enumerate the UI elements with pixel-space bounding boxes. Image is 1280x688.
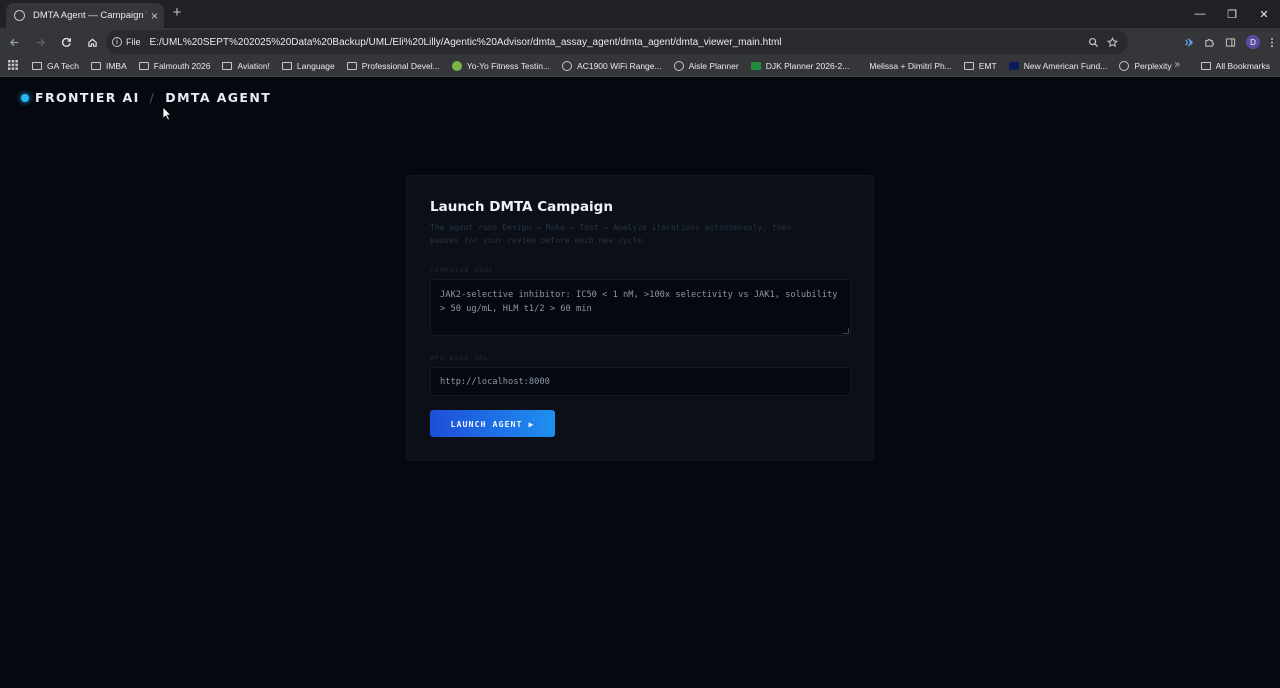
- api-base-url-value: http://localhost:8000: [440, 376, 550, 387]
- bookmarks-overflow-button[interactable]: »: [1174, 59, 1180, 70]
- home-icon: [87, 38, 97, 47]
- zoom-icon[interactable]: [1088, 37, 1099, 48]
- product-name: DMTA AGENT: [165, 90, 272, 105]
- new-tab-button[interactable]: +: [168, 5, 186, 21]
- folder-icon: [138, 62, 149, 70]
- perplexity-icon: [1119, 61, 1130, 71]
- resize-handle-icon[interactable]: [843, 328, 849, 334]
- info-icon[interactable]: i: [112, 37, 122, 47]
- bookmark-falmouth[interactable]: Falmouth 2026: [138, 61, 210, 71]
- bookmark-perplexity[interactable]: Perplexity: [1119, 61, 1172, 71]
- card-description: The agent runs Design → Make → Test → An…: [430, 223, 792, 245]
- bookmark-djk-planner[interactable]: DJK Planner 2026-2...: [750, 61, 849, 71]
- all-bookmarks-button[interactable]: All Bookmarks: [1200, 56, 1270, 76]
- bookmark-ac1900[interactable]: AC1900 WiFi Range...: [562, 61, 662, 71]
- brand-header: FRONTIER AI / DMTA AGENT: [21, 90, 271, 105]
- bookmark-naf[interactable]: New American Fund...: [1008, 61, 1107, 71]
- api-base-url-label: API BASE URL: [430, 354, 489, 362]
- globe-icon: [562, 61, 573, 71]
- launch-campaign-card: Launch DMTA Campaign The agent runs Desi…: [406, 175, 874, 461]
- status-dot-icon: [21, 93, 29, 102]
- bookmark-language[interactable]: Language: [281, 61, 335, 71]
- folder-icon: [1200, 62, 1211, 70]
- bookmarks-bar: GA Tech IMBA Falmouth 2026 Aviation! Lan…: [0, 56, 1280, 77]
- bookmark-aviation[interactable]: Aviation!: [222, 61, 270, 71]
- api-base-url-input[interactable]: http://localhost:8000: [430, 367, 851, 396]
- star-icon[interactable]: [1107, 36, 1118, 48]
- tab-title: DMTA Agent — Campaign Viewer: [33, 10, 147, 21]
- yoyo-icon: [451, 61, 462, 71]
- folder-icon: [222, 62, 233, 70]
- puzzle-icon[interactable]: [1204, 37, 1215, 48]
- bookmark-imba[interactable]: IMBA: [90, 61, 127, 71]
- bookmark-ga-tech[interactable]: GA Tech: [32, 61, 79, 71]
- folder-icon: [90, 62, 101, 70]
- campaign-goal-label: CAMPAIGN GOAL: [430, 266, 494, 274]
- extension-active-icon[interactable]: [1183, 37, 1194, 48]
- toolbar-right: D: [1183, 30, 1274, 54]
- close-tab-icon[interactable]: ×: [151, 10, 158, 22]
- link-icon: [673, 61, 684, 71]
- campaign-goal-value: JAK2-selective inhibitor: IC50 < 1 nM, >…: [440, 290, 838, 314]
- browser-tab[interactable]: DMTA Agent — Campaign Viewer ×: [6, 3, 164, 28]
- globe-icon: [14, 10, 25, 21]
- window-controls: — ❐ ✕: [1184, 0, 1280, 28]
- campaign-goal-textarea[interactable]: JAK2-selective inhibitor: IC50 < 1 nM, >…: [430, 279, 851, 336]
- launch-agent-button[interactable]: LAUNCH AGENT ▶: [430, 410, 555, 437]
- tab-strip: DMTA Agent — Campaign Viewer × + — ❐ ✕: [0, 0, 1280, 28]
- brand-separator: /: [149, 90, 156, 105]
- url-text[interactable]: E:/UML%20SEPT%202025%20Data%20Backup/UML…: [150, 37, 1088, 48]
- kebab-menu-icon[interactable]: [1270, 37, 1274, 48]
- folder-icon: [32, 62, 42, 70]
- bookmark-melissa-dimitri[interactable]: Melissa + Dimitri Ph...: [869, 61, 951, 71]
- arrow-left-icon: [9, 38, 18, 46]
- brand-name: FRONTIER AI: [35, 90, 140, 105]
- sheets-icon: [750, 62, 761, 70]
- forward-button[interactable]: [28, 30, 52, 54]
- restore-button[interactable]: ❐: [1216, 0, 1248, 28]
- bookmark-professional[interactable]: Professional Devel...: [346, 61, 440, 71]
- back-button[interactable]: [2, 30, 26, 54]
- folder-icon: [281, 62, 292, 70]
- folder-icon: [963, 62, 974, 70]
- address-bar[interactable]: i File E:/UML%20SEPT%202025%20Data%20Bac…: [106, 30, 1128, 54]
- bookmark-emt[interactable]: EMT: [963, 61, 997, 71]
- apps-grid-icon[interactable]: [8, 59, 18, 73]
- browser-toolbar: i File E:/UML%20SEPT%202025%20Data%20Bac…: [0, 28, 1280, 56]
- folder-icon: [346, 62, 357, 70]
- mouse-cursor-icon: [162, 106, 172, 121]
- arrow-right-icon: [36, 38, 45, 46]
- reading-list-icon[interactable]: [1225, 37, 1236, 48]
- bookmark-yoyo[interactable]: Yo-Yo Fitness Testin...: [451, 61, 550, 71]
- file-chip: File: [126, 37, 141, 47]
- minimize-button[interactable]: —: [1184, 0, 1216, 28]
- reload-icon: [61, 37, 71, 47]
- home-button[interactable]: [80, 30, 104, 54]
- card-title: Launch DMTA Campaign: [430, 199, 613, 215]
- close-window-button[interactable]: ✕: [1248, 0, 1280, 28]
- profile-avatar[interactable]: D: [1246, 35, 1260, 49]
- naf-icon: [1008, 62, 1019, 70]
- reload-button[interactable]: [54, 30, 78, 54]
- bookmark-aisle-planner[interactable]: Aisle Planner: [673, 61, 739, 71]
